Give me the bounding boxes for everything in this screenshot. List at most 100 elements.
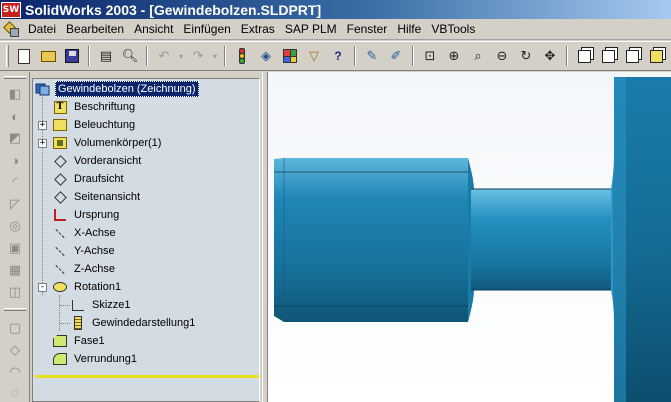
collapse-toggle[interactable]: -	[38, 283, 47, 292]
pattern-icon[interactable]: ▦	[7, 262, 23, 278]
tree-item-skizze1[interactable]: Skizze1	[70, 296, 133, 314]
revolve-icon[interactable]: ◐	[7, 108, 23, 124]
tree-item-fase1[interactable]: Fase1	[52, 332, 107, 350]
color-palette-button[interactable]	[279, 45, 301, 67]
tree-item-label: Skizze1	[92, 299, 131, 311]
smart-dimension-icon[interactable]: ◇	[7, 342, 23, 358]
feature-tree: Gewindebolzen (Zeichnung) T Beschriftung…	[32, 78, 260, 402]
zoom-in-button[interactable]: ⊕	[443, 45, 465, 67]
standard-toolbar: ▤ 🔍︎ ↶ ▾ ↷ ▾ ◈ ▽ ? ✎ ✐ ⊡ ⊕ ⌕ ⊖ ↻ ✥	[0, 41, 671, 71]
cut-revolve-icon[interactable]: ◑	[7, 152, 23, 168]
tree-item-x-achse[interactable]: X-Achse	[52, 224, 118, 242]
toolbar-grip[interactable]	[4, 308, 26, 311]
printer-icon: ▤	[99, 48, 113, 63]
redo-dropdown[interactable]: ▾	[211, 45, 219, 67]
fillet-icon[interactable]: ◜	[7, 174, 23, 190]
toolbar-grip[interactable]	[6, 45, 9, 67]
open-button[interactable]	[37, 45, 59, 67]
isometric-view-button[interactable]	[621, 45, 643, 67]
menu-sap-plm[interactable]: SAP PLM	[280, 19, 342, 40]
part-icon	[35, 81, 51, 97]
rotate-view-button[interactable]: ↻	[515, 45, 537, 67]
undo-icon: ↶	[158, 48, 170, 63]
print-button[interactable]: ▤	[95, 45, 117, 67]
tree-item-seitenansicht[interactable]: Seitenansicht	[52, 188, 142, 206]
rebuild-button[interactable]	[231, 45, 253, 67]
circle-icon[interactable]: ◌	[7, 384, 23, 400]
tree-item-vorderansicht[interactable]: Vorderansicht	[52, 152, 143, 170]
print-preview-icon: 🔍︎	[121, 48, 139, 63]
tree-item-beleuchtung[interactable]: Beleuchtung	[52, 116, 137, 134]
tree-item-volumenkoerper[interactable]: Volumenkörper(1)	[52, 134, 163, 152]
tree-item-ursprung[interactable]: Ursprung	[52, 206, 121, 224]
shaded-view-button[interactable]	[645, 45, 667, 67]
undo-dropdown[interactable]: ▾	[177, 45, 185, 67]
threaded-shaft[interactable]	[274, 158, 468, 322]
tree-item-beschriftung[interactable]: T Beschriftung	[52, 98, 137, 116]
extrude-icon[interactable]: ◧	[7, 86, 23, 102]
save-disk-icon	[65, 49, 79, 63]
tree-item-rotation1[interactable]: Rotation1	[52, 278, 123, 296]
menu-vbtools[interactable]: VBTools	[426, 19, 480, 40]
new-document-button[interactable]	[13, 45, 35, 67]
menu-ansicht[interactable]: Ansicht	[129, 19, 178, 40]
tree-item-label: Y-Achse	[74, 245, 115, 257]
undo-button[interactable]: ↶	[153, 45, 175, 67]
options-button[interactable]: ▽	[303, 45, 325, 67]
graphics-viewport[interactable]	[268, 72, 671, 402]
sketch-icon[interactable]: ▢	[7, 320, 23, 336]
cosmetic-thread-icon	[70, 315, 86, 331]
mirror-icon[interactable]: ◫	[7, 284, 23, 300]
menu-datei[interactable]: Datei	[23, 19, 61, 40]
edit-sketch-button[interactable]: ✐	[385, 45, 407, 67]
expand-toggle[interactable]: +	[38, 121, 47, 130]
tree-item-label: Seitenansicht	[74, 191, 141, 203]
menu-einfuegen[interactable]: Einfügen	[178, 19, 235, 40]
axis-icon	[52, 243, 68, 259]
zoom-fit-button[interactable]: ⊡	[419, 45, 441, 67]
part-model	[274, 77, 671, 402]
toolbar-separator	[88, 46, 90, 66]
toolbar-separator	[566, 46, 568, 66]
zoom-out-button[interactable]: ⊖	[491, 45, 513, 67]
hole-icon[interactable]: ◎	[7, 218, 23, 234]
chevron-down-icon: ▾	[178, 51, 183, 61]
zoom-window-button[interactable]: ⌕	[467, 45, 489, 67]
redo-button[interactable]: ↷	[187, 45, 209, 67]
menu-bearbeiten[interactable]: Bearbeiten	[61, 19, 129, 40]
tree-item-draufsicht[interactable]: Draufsicht	[52, 170, 126, 188]
line-icon[interactable]: ◠	[7, 364, 23, 380]
help-pointer-button[interactable]: ?	[327, 45, 349, 67]
select-filter-button[interactable]: ◈	[255, 45, 277, 67]
menu-extras[interactable]: Extras	[236, 19, 280, 40]
expand-toggle[interactable]: +	[38, 139, 47, 148]
view-orientation-button[interactable]	[597, 45, 619, 67]
print-preview-button[interactable]: 🔍︎	[119, 45, 141, 67]
document-menu-icon[interactable]	[3, 20, 20, 37]
tree-item-label: Verrundung1	[74, 353, 137, 365]
neck-section[interactable]	[471, 189, 611, 290]
tree-item-y-achse[interactable]: Y-Achse	[52, 242, 117, 260]
tree-item-verrundung1[interactable]: Verrundung1	[52, 350, 139, 368]
tree-item-gewindedarstellung1[interactable]: Gewindedarstellung1	[70, 314, 197, 332]
tree-root[interactable]: Gewindebolzen (Zeichnung)	[35, 80, 199, 98]
cut-extrude-icon[interactable]: ◩	[7, 130, 23, 146]
shell-icon[interactable]: ▣	[7, 240, 23, 256]
toolbar-grip[interactable]	[4, 76, 26, 79]
menu-hilfe[interactable]: Hilfe	[392, 19, 426, 40]
chamfer-icon	[52, 333, 68, 349]
plane-icon	[52, 189, 68, 205]
solidworks-logo-icon[interactable]: SW	[1, 1, 21, 18]
pan-button[interactable]: ✥	[539, 45, 561, 67]
rollback-bar[interactable]	[35, 375, 259, 378]
origin-icon	[52, 207, 68, 223]
chamfer-icon[interactable]: ◸	[7, 196, 23, 212]
title-bar[interactable]: SW SolidWorks 2003 - [Gewindebolzen.SLDP…	[0, 0, 671, 19]
redo-icon: ↷	[192, 48, 204, 63]
tree-item-z-achse[interactable]: Z-Achse	[52, 260, 117, 278]
new-document-icon	[18, 48, 30, 64]
save-button[interactable]	[61, 45, 83, 67]
sketch-relations-button[interactable]: ✎	[361, 45, 383, 67]
menu-fenster[interactable]: Fenster	[342, 19, 393, 40]
standard-view-button[interactable]	[573, 45, 595, 67]
